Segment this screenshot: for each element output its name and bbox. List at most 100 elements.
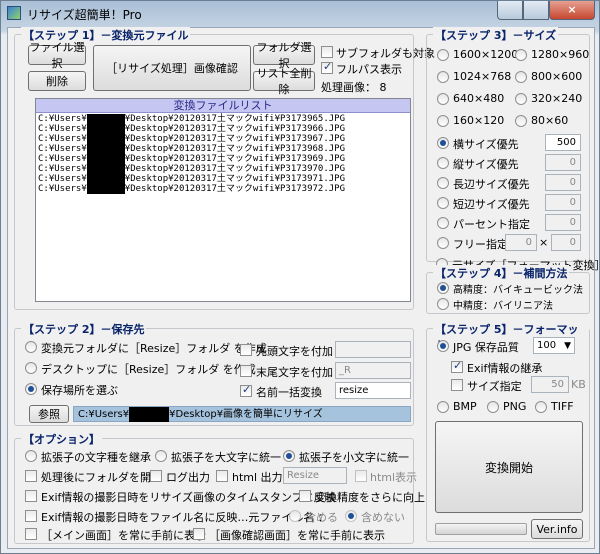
include-radio[interactable] <box>289 510 301 522</box>
prefix-input[interactable] <box>335 341 411 358</box>
open-folder-checkbox[interactable] <box>25 470 37 482</box>
list-item[interactable]: C:¥Users¥ ¥Desktop¥20120317土マックwifi¥P3173… <box>36 124 410 134</box>
minimize-button[interactable] <box>497 1 523 20</box>
exclude-radio[interactable] <box>345 510 357 522</box>
save-choose-radio[interactable] <box>25 383 37 395</box>
size-1024-radio[interactable] <box>437 71 449 83</box>
verinfo-button[interactable]: Ver.info <box>531 519 583 539</box>
free-x-label: × <box>539 236 549 249</box>
percent-radio[interactable] <box>437 217 449 229</box>
size-640-label: 640×480 <box>453 92 505 105</box>
size-1280-radio[interactable] <box>515 49 527 61</box>
interp-high-radio[interactable] <box>437 282 449 294</box>
delete-button[interactable]: 削除 <box>28 71 86 91</box>
width-priority-radio[interactable] <box>437 137 449 149</box>
ext-upper-radio[interactable] <box>155 450 167 462</box>
size-spec-label: サイズ指定 <box>467 380 522 393</box>
list-item[interactable]: C:¥Users¥ ¥Desktop¥20120317土マックwifi¥P3173… <box>36 114 410 124</box>
exif-filename-label: Exif情報の撮影日時をファイル名に反映…元ファイル名 ： <box>41 511 329 524</box>
quality-select[interactable]: 100 ▼ <box>533 337 575 354</box>
resize-confirm-button[interactable]: ［リサイズ処理］画像確認 <box>93 45 251 91</box>
size-320-radio[interactable] <box>515 93 527 105</box>
maximize-button[interactable] <box>523 1 549 20</box>
prefix-label: 先頭文字を付加 <box>256 345 333 358</box>
size-640-radio[interactable] <box>437 93 449 105</box>
width-priority-label: 横サイズ優先 <box>453 138 519 151</box>
size-160-radio[interactable] <box>437 115 449 127</box>
file-list[interactable]: 変換ファイルリスト C:¥Users¥ ¥Desktop¥20120317土マック… <box>35 98 411 302</box>
fullpath-checkbox[interactable] <box>321 60 333 74</box>
html-checkbox[interactable] <box>216 470 228 482</box>
ext-lower-label: 拡張子を小文字に統一 <box>299 451 409 464</box>
free-width-input[interactable]: 0 <box>505 234 537 251</box>
height-priority-radio[interactable] <box>437 157 449 169</box>
suffix-input[interactable]: _R <box>335 362 411 379</box>
list-item[interactable]: C:¥Users¥ ¥Desktop¥20120317土マックwifi¥P3173… <box>36 174 410 184</box>
short-priority-radio[interactable] <box>437 197 449 209</box>
folder-select-button[interactable]: フォルダ選択 <box>253 41 315 70</box>
list-item[interactable]: C:¥Users¥ ¥Desktop¥20120317土マックwifi¥P3173… <box>36 164 410 174</box>
short-input[interactable]: 0 <box>545 194 581 211</box>
height-input[interactable]: 0 <box>545 154 581 171</box>
html-label: html 出力 <box>232 471 283 484</box>
html-show-checkbox[interactable] <box>355 470 367 482</box>
tiff-label: TIFF <box>551 400 574 413</box>
main-front-checkbox[interactable] <box>25 528 37 540</box>
list-item[interactable]: C:¥Users¥ ¥Desktop¥20120317土マックwifi¥P3173… <box>36 134 410 144</box>
list-item[interactable]: C:¥Users¥ ¥Desktop¥20120317土マックwifi¥P3173… <box>36 154 410 164</box>
precision-label: 変換精度をさらに向上 <box>315 491 425 504</box>
ext-keep-radio[interactable] <box>25 450 37 462</box>
ext-lower-radio[interactable] <box>283 450 295 462</box>
save-path: C:¥Users¥ ¥Desktop¥画像を簡単にリサイズ <box>73 406 411 422</box>
rename-checkbox[interactable] <box>240 383 252 397</box>
fullpath-label: フルパス表示 <box>336 63 402 76</box>
png-label: PNG <box>503 400 527 413</box>
size-spec-input[interactable]: 50 <box>531 376 569 393</box>
log-checkbox[interactable] <box>150 470 162 482</box>
confirm-front-checkbox[interactable] <box>193 528 205 540</box>
ext-upper-label: 拡張子を大文字に統一 <box>171 451 281 464</box>
close-button[interactable]: × <box>549 1 595 20</box>
window-title: リサイズ超簡単！Pro <box>27 8 142 22</box>
file-select-button[interactable]: ファイル選択 <box>28 41 86 70</box>
save-desktop-radio[interactable] <box>25 362 37 374</box>
step2-group: 【ステップ 2】－保存先 変換元フォルダに［Resize］フォルダ を作成 デス… <box>14 321 414 426</box>
long-input[interactable]: 0 <box>545 174 581 191</box>
interp-mid-label: 中精度：バイリニア法 <box>453 301 553 312</box>
step5-group: 【ステップ 5】－フォーマット JPG 保存品質 100▼ Exif情報の継承 … <box>426 321 590 542</box>
bmp-radio[interactable] <box>437 401 449 413</box>
suffix-checkbox[interactable] <box>240 365 252 377</box>
tiff-radio[interactable] <box>535 401 547 413</box>
png-radio[interactable] <box>487 401 499 413</box>
precision-checkbox[interactable] <box>299 490 311 502</box>
size-800-radio[interactable] <box>515 71 527 83</box>
percent-input[interactable]: 0 <box>545 214 581 231</box>
main-panel: 【ステップ 1】－変換元ファイル ファイル選択 削除 ［リサイズ処理］画像確認 … <box>7 27 600 549</box>
exif-keep-checkbox[interactable] <box>451 359 463 373</box>
list-item[interactable]: C:¥Users¥ ¥Desktop¥20120317土マックwifi¥P3173… <box>36 184 410 194</box>
bmp-label: BMP <box>453 400 477 413</box>
free-radio[interactable] <box>437 237 449 249</box>
include-label: 含める <box>305 511 338 524</box>
html-name-input[interactable]: Resize <box>283 467 347 484</box>
size-1600-radio[interactable] <box>437 49 449 61</box>
width-input[interactable]: 500 <box>545 134 581 151</box>
browse-button[interactable]: 参照 <box>29 405 69 423</box>
rename-input[interactable]: resize <box>335 382 411 399</box>
list-clear-button[interactable]: リスト全削除 <box>253 67 315 96</box>
size-spec-checkbox[interactable] <box>451 379 463 391</box>
size-80-radio[interactable] <box>515 115 527 127</box>
prefix-checkbox[interactable] <box>240 344 252 356</box>
long-priority-radio[interactable] <box>437 177 449 189</box>
exif-keep-label: Exif情報の継承 <box>467 362 543 375</box>
save-src-folder-radio[interactable] <box>25 341 37 353</box>
jpg-radio[interactable] <box>437 340 449 352</box>
exif-timestamp-checkbox[interactable] <box>25 490 37 502</box>
exclude-label: 含めない <box>361 511 405 524</box>
start-convert-button[interactable]: 変換開始 <box>435 421 583 513</box>
free-height-input[interactable]: 0 <box>551 234 581 251</box>
list-item[interactable]: C:¥Users¥ ¥Desktop¥20120317土マックwifi¥P3173… <box>36 144 410 154</box>
exif-filename-checkbox[interactable] <box>25 510 37 522</box>
interp-mid-radio[interactable] <box>437 298 449 310</box>
subfolder-checkbox[interactable] <box>321 46 333 58</box>
